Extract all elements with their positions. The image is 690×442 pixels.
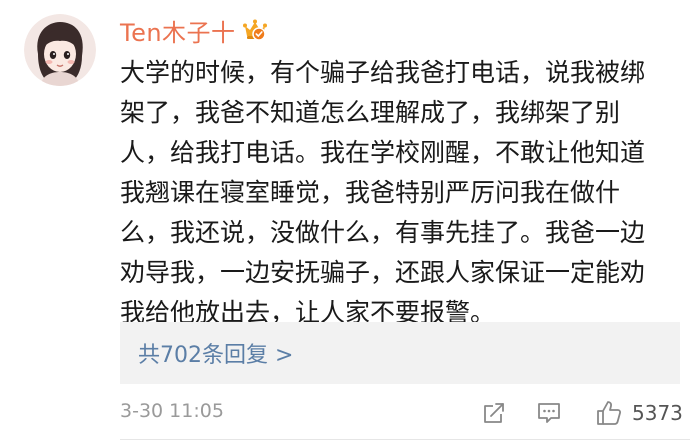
comment-text-line: 人，给我打电话。我在学校刚醒，不敢让他知道 — [120, 138, 646, 167]
divider — [120, 439, 690, 440]
user-avatar-icon — [24, 14, 96, 86]
comment-text-line: 劝导我，一边安抚骗子，还跟人家保证一定能劝 — [120, 258, 646, 287]
comment-timestamp: 3-30 11:05 — [120, 400, 224, 422]
like-button[interactable]: 5373 — [594, 398, 683, 428]
like-count: 5373 — [632, 401, 683, 425]
crown-vip-badge-icon[interactable] — [242, 17, 268, 43]
comment-footer: 3-30 11:05 5373 — [120, 396, 683, 430]
replies-panel[interactable]: 共702条回复 > — [120, 322, 680, 384]
share-button[interactable] — [480, 398, 510, 428]
comment-text-line: 么，我还说，没做什么，有事先挂了。我爸一边 — [120, 218, 646, 247]
view-replies-link[interactable]: 共702条回复 > — [138, 337, 293, 369]
thumbs-up-icon — [597, 401, 622, 425]
comment-text-line: 我翘课在寝室睡觉，我爸特别严厉问我在做什 — [120, 178, 621, 207]
comment-button[interactable] — [535, 398, 565, 428]
username-row: Ten木子十 — [120, 13, 268, 48]
avatar[interactable] — [24, 14, 96, 86]
comment-text-line: 架了，我爸不知道怎么理解成了，我绑架了别 — [120, 98, 621, 127]
comment-text-line: 大学的时候，有个骗子给我爸打电话，说我被绑 — [120, 58, 646, 87]
username[interactable]: Ten木子十 — [120, 13, 236, 48]
share-icon — [484, 403, 504, 423]
comment-card: Ten木子十 大学的时候，有个骗子给我爸打电话，说我被绑 架了，我爸不知道怎么理… — [0, 0, 690, 442]
comment-icon — [538, 403, 560, 423]
comment-text: 大学的时候，有个骗子给我爸打电话，说我被绑 架了，我爸不知道怎么理解成了，我绑架… — [120, 53, 680, 333]
